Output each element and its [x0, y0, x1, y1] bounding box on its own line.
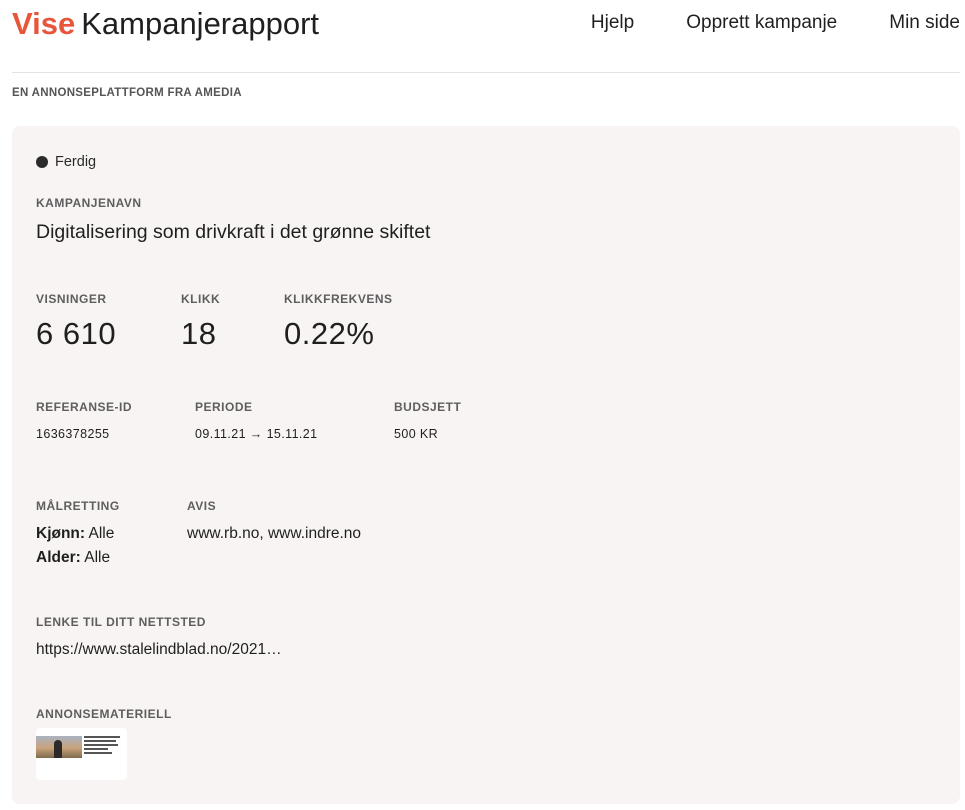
website-link-label: LENKE TIL DITT NETTSTED	[36, 615, 206, 629]
gender-key: Kjønn:	[36, 525, 86, 542]
targeting-age: Alder: Alle	[36, 549, 110, 567]
tagline: EN ANNONSEPLATTFORM FRA AMEDIA	[12, 87, 242, 99]
status-dot-icon	[36, 156, 48, 168]
ad-photo-person	[54, 740, 62, 758]
ctr-label: KLIKKFREKVENS	[284, 292, 393, 306]
top-nav: Hjelp Opprett kampanje Min side	[591, 11, 960, 35]
gender-value: Alle	[85, 525, 115, 542]
ad-material-thumbnail[interactable]	[36, 728, 127, 780]
budget-label: BUDSJETT	[394, 400, 462, 414]
header-divider	[12, 72, 960, 73]
period-label: PERIODE	[195, 400, 253, 414]
reference-id-value: 1636378255	[36, 427, 110, 441]
campaign-name-label: KAMPANJENAVN	[36, 196, 142, 210]
clicks-value: 18	[181, 316, 217, 351]
ad-headline-lines	[84, 736, 124, 756]
nav-link-create-campaign[interactable]: Opprett kampanje	[686, 11, 837, 35]
status-indicator: Ferdig	[36, 154, 96, 170]
period-value: 09.11.21 → 15.11.21	[195, 427, 318, 441]
site-header: Vise Kampanjerapport Hjelp Opprett kampan…	[12, 0, 960, 50]
newspaper-value: www.rb.no, www.indre.no	[187, 525, 362, 542]
ad-material-label: ANNONSEMATERIELL	[36, 707, 172, 721]
impressions-value: 6 610	[36, 316, 117, 351]
age-value: Alle	[80, 549, 111, 566]
nav-link-help[interactable]: Hjelp	[591, 11, 634, 35]
logo-brand: Vise	[12, 6, 76, 41]
ctr-value: 0.22%	[284, 316, 375, 351]
campaign-name: Digitalisering som drivkraft i det grønn…	[36, 221, 431, 243]
clicks-label: KLIKK	[181, 292, 221, 306]
age-key: Alder:	[36, 549, 81, 566]
newspaper-label: AVIS	[187, 499, 217, 513]
reference-id-label: REFERANSE-ID	[36, 400, 133, 414]
website-link[interactable]: https://www.stalelindblad.no/2021…	[36, 641, 282, 659]
targeting-label: MÅLRETTING	[36, 499, 120, 513]
status-text: Ferdig	[55, 154, 97, 170]
logo[interactable]: Vise Kampanjerapport	[12, 6, 319, 42]
nav-link-my-page[interactable]: Min side	[889, 11, 960, 35]
impressions-label: VISNINGER	[36, 292, 107, 306]
targeting-gender: Kjønn: Alle	[36, 525, 114, 543]
page-title: Kampanjerapport	[81, 6, 320, 41]
campaign-report-card: Ferdig KAMPANJENAVN Digitalisering som d…	[12, 126, 960, 804]
budget-value: 500 KR	[394, 427, 439, 441]
